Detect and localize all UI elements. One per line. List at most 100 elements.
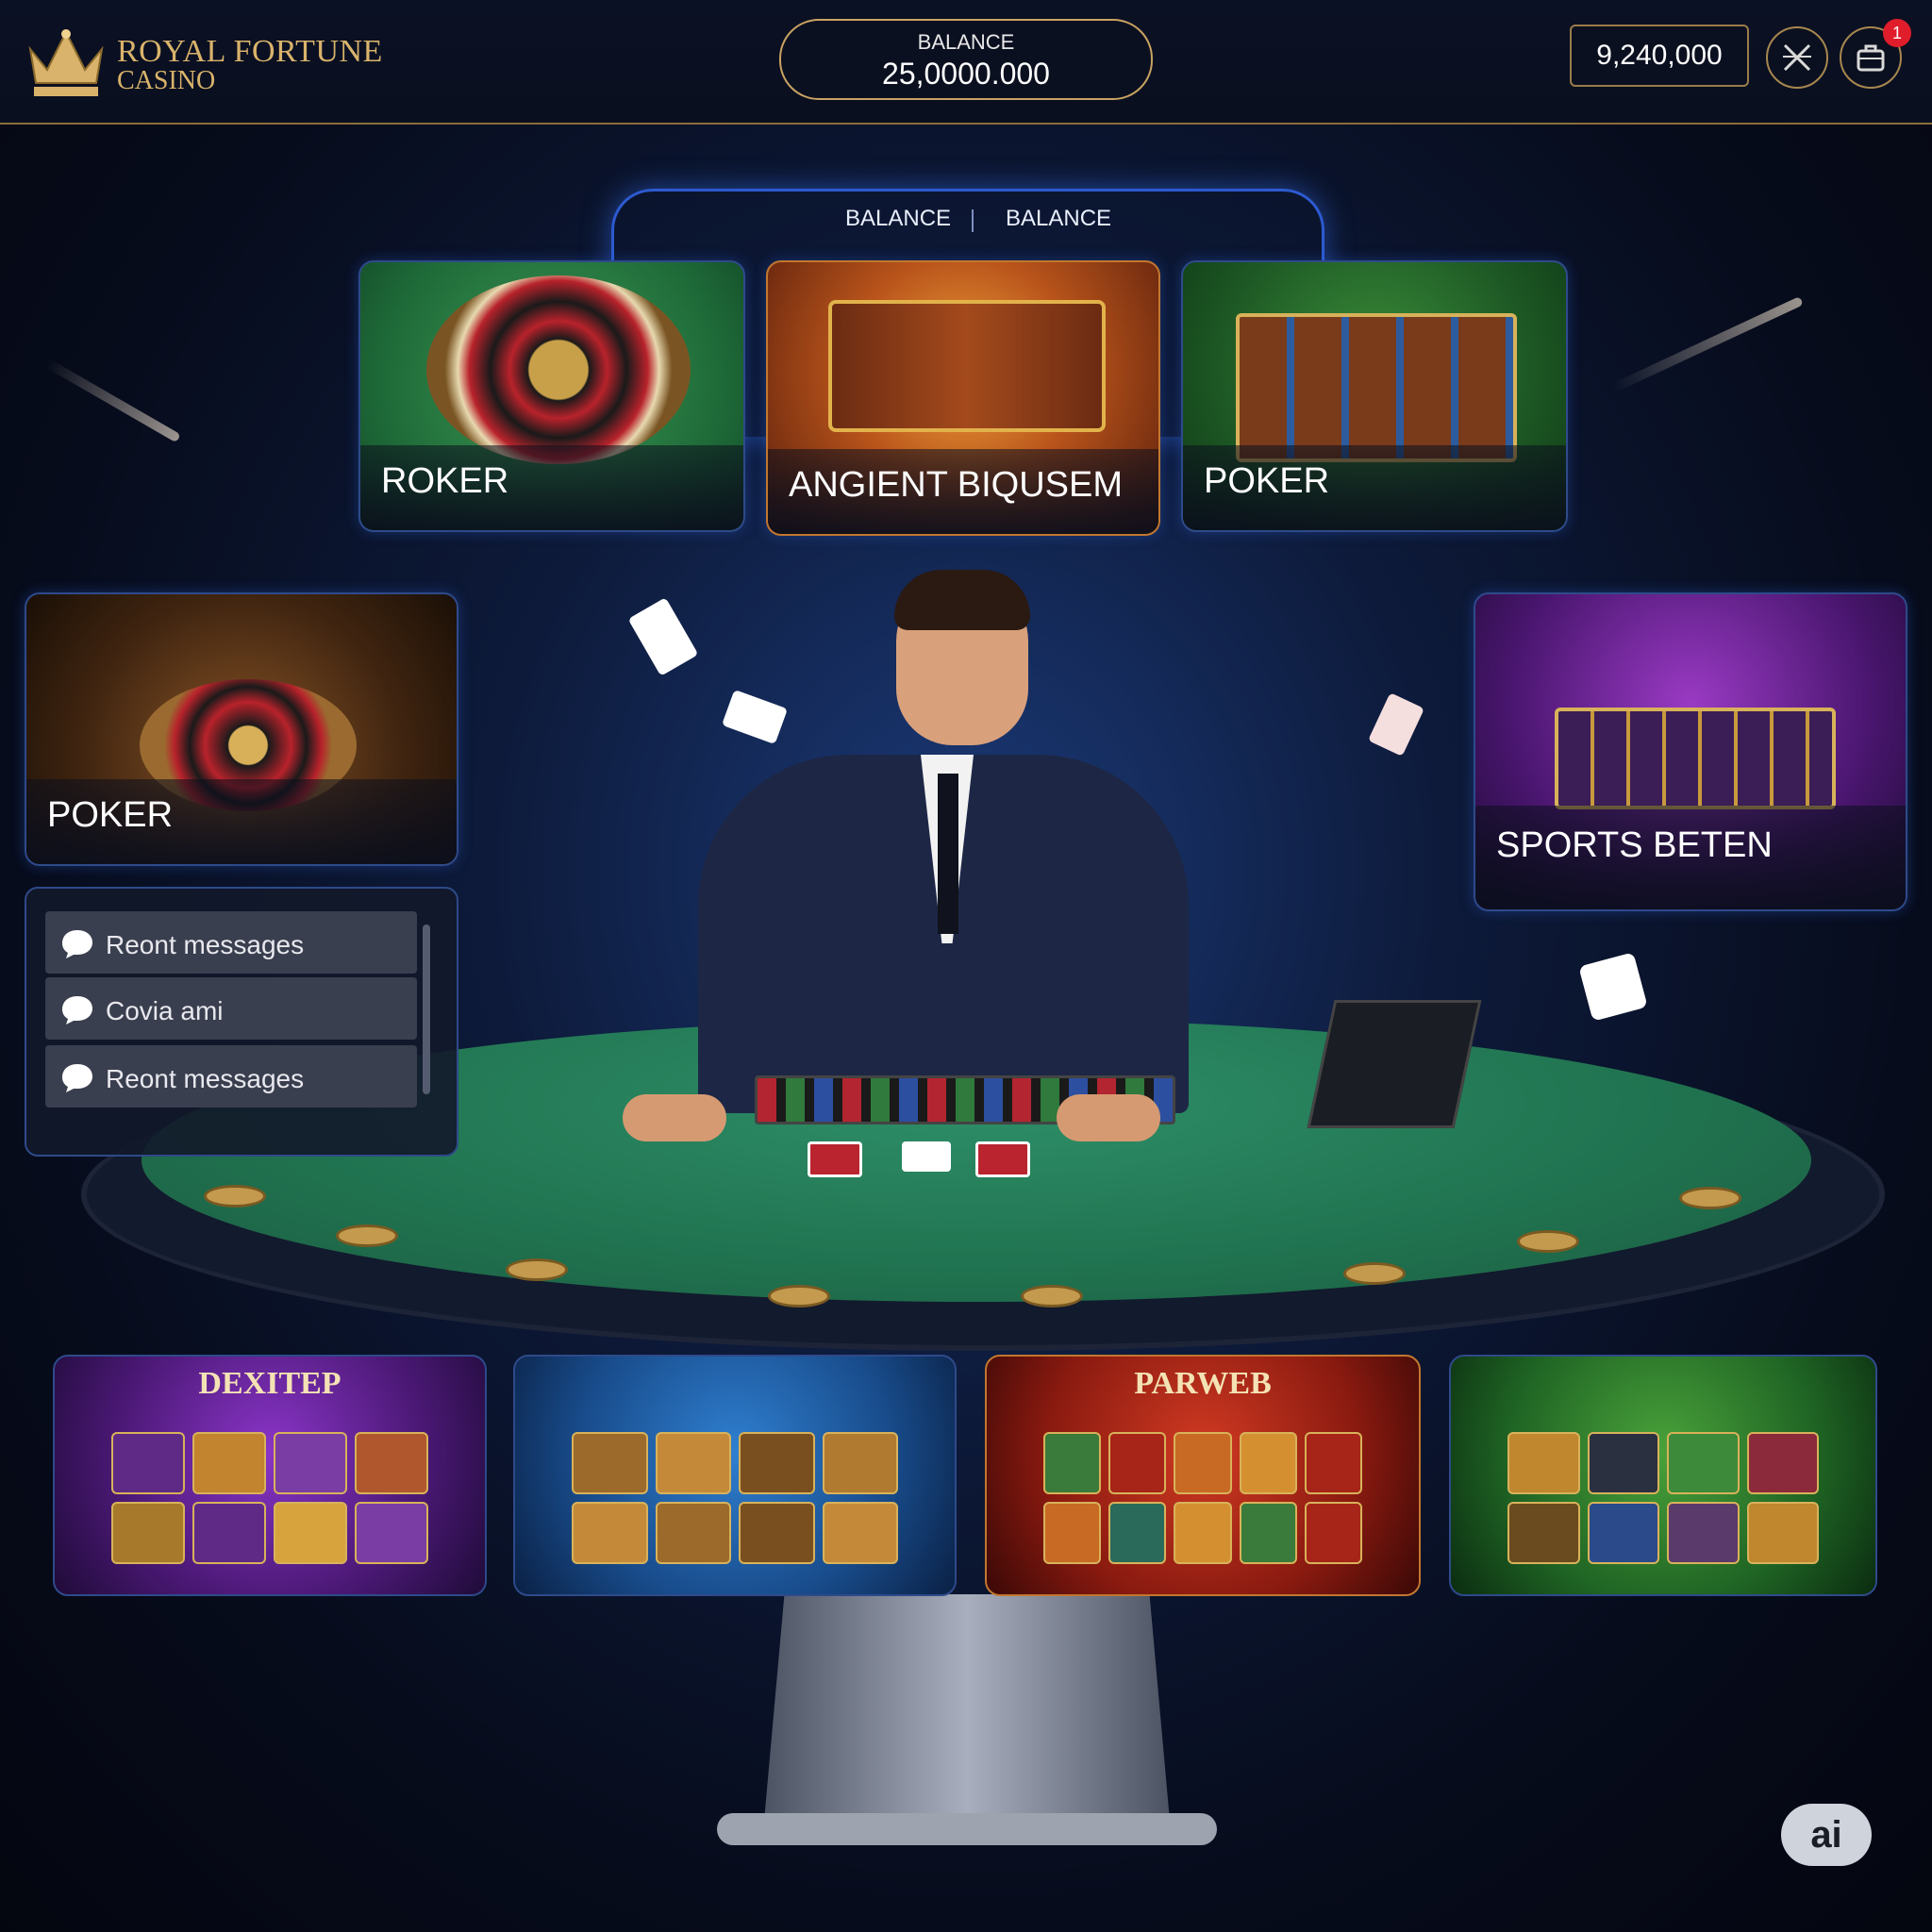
flying-card — [1368, 692, 1424, 757]
table-cup — [1021, 1285, 1083, 1307]
reel-symbol — [1174, 1432, 1232, 1494]
table-cup — [1343, 1262, 1406, 1285]
reel-symbol — [1587, 1432, 1659, 1494]
message-label: Reont messages — [106, 1064, 305, 1093]
game-title: SPORTS BETEN — [1496, 825, 1773, 865]
reel-symbol — [1043, 1432, 1102, 1494]
balance-label: BALANCE — [917, 30, 1015, 54]
reel-symbol — [192, 1502, 266, 1564]
brand-subtitle: CASINO — [117, 66, 216, 95]
reel-symbol — [1746, 1502, 1819, 1564]
slot-card-blue[interactable] — [513, 1355, 957, 1596]
table-cup — [336, 1224, 398, 1247]
reel-symbol — [1667, 1502, 1740, 1564]
card-caption: ANGIENT BIQUSEM — [768, 449, 1158, 534]
dealer-hand-left — [623, 1094, 726, 1141]
dealer-hand-right — [1057, 1094, 1160, 1141]
reel-symbol — [1587, 1502, 1659, 1564]
reel-symbol — [1746, 1432, 1819, 1494]
monitor-stand-base — [717, 1813, 1217, 1845]
coins-display[interactable]: 9,240,000 — [1570, 25, 1749, 87]
table-card — [902, 1141, 951, 1172]
table-card — [975, 1141, 1030, 1177]
reel-symbol — [1667, 1432, 1740, 1494]
game-title: POKER — [47, 795, 174, 835]
reel-symbol — [1174, 1502, 1232, 1564]
dealer-tie — [938, 774, 958, 934]
flying-card — [721, 689, 789, 745]
game-card-poker[interactable]: POKER — [1181, 260, 1568, 532]
slot-machine-image — [828, 300, 1106, 432]
game-title: POKER — [1204, 461, 1330, 501]
reel-symbol — [274, 1432, 347, 1494]
slot-reels — [572, 1432, 898, 1564]
reel-symbol — [111, 1432, 185, 1494]
brand-logo[interactable]: ROYAL FORTUNE CASINO — [26, 28, 382, 104]
tab-divider — [972, 209, 974, 232]
top-bar: ROYAL FORTUNE CASINO BALANCE 25,0000.000… — [0, 0, 1932, 125]
reel-symbol — [822, 1432, 898, 1494]
reel-symbol — [572, 1432, 648, 1494]
table-cup — [506, 1258, 568, 1281]
tab-balance-left[interactable]: BALANCE — [845, 206, 951, 232]
slot-reels — [111, 1432, 428, 1564]
slot-title: DEXITEP — [198, 1366, 341, 1401]
chat-bubble-icon — [62, 1064, 92, 1092]
reel-symbol — [1239, 1502, 1297, 1564]
chat-bubble-icon — [62, 930, 92, 958]
slot-card-green[interactable] — [1449, 1355, 1877, 1596]
ai-assistant-button[interactable]: ai — [1781, 1804, 1872, 1866]
brand-name: ROYAL FORTUNE — [117, 34, 383, 69]
dealer-hair — [894, 570, 1030, 630]
crossed-swords-icon — [1783, 43, 1811, 72]
message-label: Covia ami — [106, 996, 224, 1025]
slot-machine-image — [1236, 313, 1517, 462]
balance-display[interactable]: BALANCE 25,0000.000 — [779, 19, 1153, 100]
slot-reels — [1507, 1432, 1819, 1564]
slot-machine-image — [1555, 708, 1836, 809]
reel-symbol — [1239, 1432, 1297, 1494]
slot-reels — [1043, 1432, 1362, 1564]
monitor-stand — [764, 1594, 1170, 1821]
reel-symbol — [274, 1502, 347, 1564]
reel-symbol — [739, 1432, 815, 1494]
reel-symbol — [1507, 1502, 1580, 1564]
light-streak — [45, 358, 181, 443]
reel-symbol — [655, 1432, 731, 1494]
game-card-ancient[interactable]: ANGIENT BIQUSEM — [766, 260, 1160, 536]
slot-card-red[interactable]: PARWEB — [985, 1355, 1421, 1596]
reel-symbol — [822, 1502, 898, 1564]
reel-symbol — [1108, 1432, 1167, 1494]
card-caption: POKER — [1183, 445, 1566, 530]
crown-icon — [28, 29, 104, 96]
balance-value: 25,0000.000 — [882, 57, 1050, 91]
slot-card-purple[interactable]: DEXITEP — [53, 1355, 487, 1596]
roulette-wheel-image — [426, 275, 691, 464]
tab-balance-right[interactable]: BALANCE — [1006, 206, 1111, 232]
table-cup — [768, 1285, 830, 1307]
briefcase-icon — [1857, 44, 1885, 72]
reel-symbol — [1043, 1502, 1102, 1564]
chat-bubble-icon — [62, 996, 92, 1024]
message-item[interactable]: Covia ami — [45, 977, 417, 1040]
reel-symbol — [739, 1502, 815, 1564]
card-shoe — [1307, 1000, 1482, 1128]
card-caption: ROKER — [360, 445, 743, 530]
promo-button[interactable] — [1766, 26, 1828, 89]
card-caption: POKER — [26, 779, 457, 864]
game-card-roker[interactable]: ROKER — [358, 260, 745, 532]
light-streak — [1611, 295, 1804, 393]
slot-title: PARWEB — [1134, 1366, 1272, 1401]
message-label: Reont messages — [106, 930, 305, 959]
message-item[interactable]: Reont messages — [45, 911, 417, 974]
notification-badge: 1 — [1883, 19, 1911, 47]
message-item[interactable]: Reont messages — [45, 1045, 417, 1108]
messages-scrollbar[interactable] — [423, 924, 430, 1094]
game-card-sports[interactable]: SPORTS BETEN — [1474, 592, 1907, 911]
reel-symbol — [655, 1502, 731, 1564]
reel-symbol — [572, 1502, 648, 1564]
game-title: ROKER — [381, 461, 509, 501]
game-card-poker-roulette[interactable]: POKER — [25, 592, 458, 866]
table-cup — [1517, 1230, 1579, 1253]
reel-symbol — [1108, 1502, 1167, 1564]
